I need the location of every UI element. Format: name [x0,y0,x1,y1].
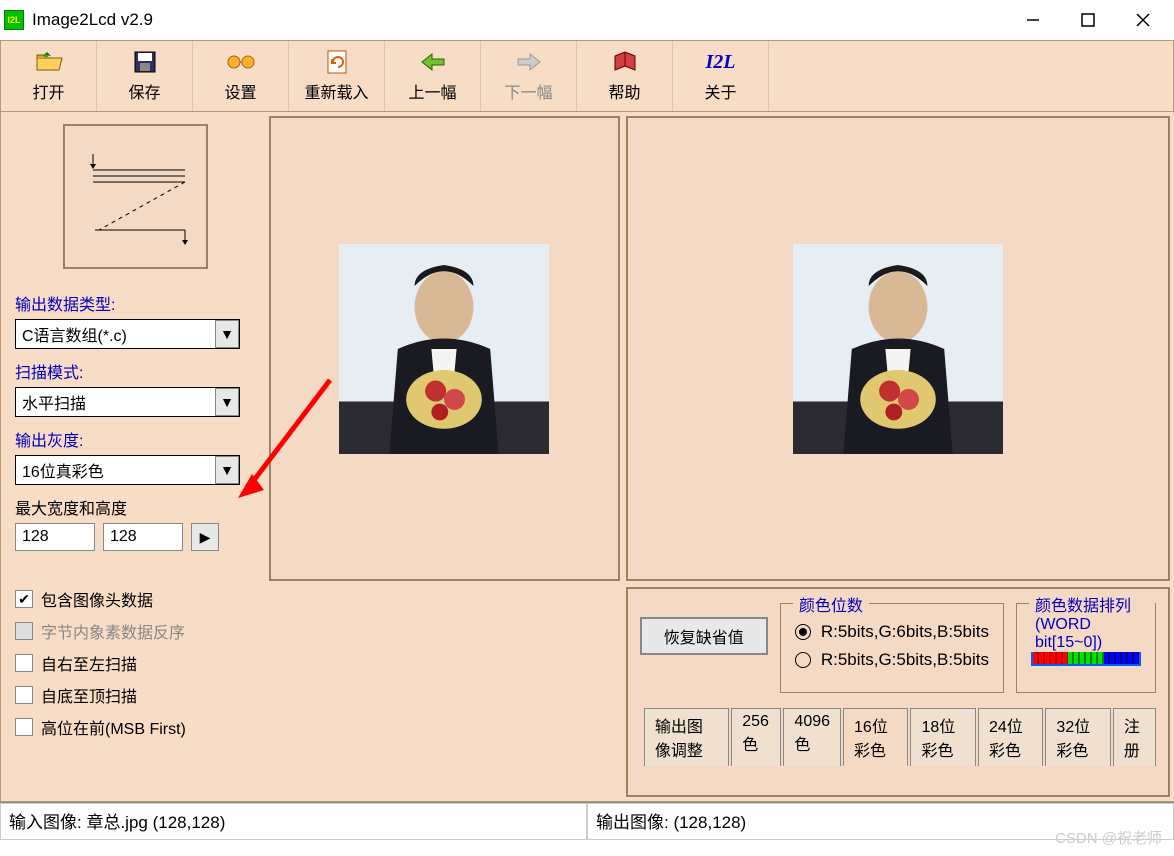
input-status: 输入图像: 章总.jpg (128,128) [0,803,587,840]
preview-area: 恢复缺省值 颜色位数 R:5bits,G:6bits,B:5bits R:5bi… [265,112,1174,802]
rtl-scan-label: 自右至左扫描 [41,651,137,675]
input-image [339,244,549,454]
chevron-down-icon: ▼ [215,320,239,348]
tab-16bit[interactable]: 16位彩色 [843,708,908,766]
reverse-bytes-checkbox: 字节内象素数据反序 [15,619,255,643]
include-header-checkbox[interactable]: ✔包含图像头数据 [15,587,255,611]
apply-size-button[interactable]: ▶ [191,523,219,551]
restore-defaults-button[interactable]: 恢复缺省值 [640,617,768,655]
scan-mode-label: 扫描模式: [15,359,255,383]
rgb555-label: R:5bits,G:5bits,B:5bits [821,650,989,670]
toolbar: 打开 保存 设置 重新载入 上一幅 下一幅 帮助 I2L 关于 [0,40,1174,112]
open-label: 打开 [32,79,64,103]
color-bits-legend: 颜色位数 [793,592,869,616]
btt-scan-checkbox[interactable]: 自底至顶扫描 [15,683,255,707]
arrow-right-icon [514,49,544,75]
window-title: Image2Lcd v2.9 [32,10,1005,30]
output-type-label: 输出数据类型: [15,291,255,315]
about-button[interactable]: I2L 关于 [673,41,769,111]
save-icon [133,49,157,75]
next-button[interactable]: 下一幅 [481,41,577,111]
output-gray-value: 16位真彩色 [16,458,215,482]
bottom-tabs: 输出图像调整 256色 4096色 16位彩色 18位彩色 24位彩色 32位彩… [640,707,1156,765]
scan-mode-select[interactable]: 水平扫描 ▼ [15,387,240,417]
glasses-icon [225,49,257,75]
book-icon [611,49,639,75]
tab-256color[interactable]: 256色 [731,708,781,766]
save-button[interactable]: 保存 [97,41,193,111]
tab-output-adjust[interactable]: 输出图像调整 [644,708,729,766]
rgb565-radio[interactable]: R:5bits,G:6bits,B:5bits [795,622,989,642]
status-bar: 输入图像: 章总.jpg (128,128) 输出图像: (128,128) [0,802,1174,840]
open-button[interactable]: 打开 [1,41,97,111]
help-label: 帮助 [608,79,640,103]
output-type-select[interactable]: C语言数组(*.c) ▼ [15,319,240,349]
rgb555-radio[interactable]: R:5bits,G:5bits,B:5bits [795,650,989,670]
chevron-down-icon: ▼ [215,456,239,484]
btt-scan-label: 自底至顶扫描 [41,683,137,707]
close-button[interactable] [1115,1,1170,39]
settings-label: 设置 [224,79,256,103]
color-order-legend: 颜色数据排列(WORD bit[15~0]) [1029,592,1155,652]
scan-pattern-diagram [63,124,208,269]
max-size-label: 最大宽度和高度 [15,495,255,519]
tab-24bit[interactable]: 24位彩色 [978,708,1043,766]
rgb565-label: R:5bits,G:6bits,B:5bits [821,622,989,642]
next-label: 下一幅 [504,79,552,103]
output-type-value: C语言数组(*.c) [16,322,215,346]
scan-mode-value: 水平扫描 [16,390,215,414]
watermark: CSDN @祝老师 [1055,827,1162,848]
settings-button[interactable]: 设置 [193,41,289,111]
arrow-left-icon [418,49,448,75]
tab-32bit[interactable]: 32位彩色 [1045,708,1110,766]
height-input[interactable] [103,523,183,551]
maximize-button[interactable] [1060,1,1115,39]
tab-18bit[interactable]: 18位彩色 [910,708,975,766]
output-gray-label: 输出灰度: [15,427,255,451]
width-input[interactable] [15,523,95,551]
chevron-down-icon: ▼ [215,388,239,416]
reload-button[interactable]: 重新载入 [289,41,385,111]
reverse-bytes-label: 字节内象素数据反序 [41,619,185,643]
input-preview [269,116,620,581]
tab-register[interactable]: 注册 [1113,708,1156,766]
save-label: 保存 [128,79,160,103]
output-preview [626,116,1170,581]
include-header-label: 包含图像头数据 [41,587,153,611]
reload-label: 重新载入 [304,79,368,103]
tab-4096color[interactable]: 4096色 [783,708,841,766]
msb-first-checkbox[interactable]: 高位在前(MSB First) [15,715,255,739]
color-settings-panel: 恢复缺省值 颜色位数 R:5bits,G:6bits,B:5bits R:5bi… [626,587,1170,797]
reload-icon [325,49,349,75]
msb-first-label: 高位在前(MSB First) [41,715,186,739]
app-icon: I2L [4,10,24,30]
rtl-scan-checkbox[interactable]: 自右至左扫描 [15,651,255,675]
output-gray-select[interactable]: 16位真彩色 ▼ [15,455,240,485]
prev-label: 上一幅 [408,79,456,103]
help-button[interactable]: 帮助 [577,41,673,111]
about-icon: I2L [706,49,736,75]
output-image [793,244,1003,454]
prev-button[interactable]: 上一幅 [385,41,481,111]
titlebar: I2L Image2Lcd v2.9 [0,0,1174,40]
sidebar: 输出数据类型: C语言数组(*.c) ▼ 扫描模式: 水平扫描 ▼ 输出灰度: … [0,112,265,802]
minimize-button[interactable] [1005,1,1060,39]
about-label: 关于 [704,79,736,103]
folder-open-icon [34,49,64,75]
